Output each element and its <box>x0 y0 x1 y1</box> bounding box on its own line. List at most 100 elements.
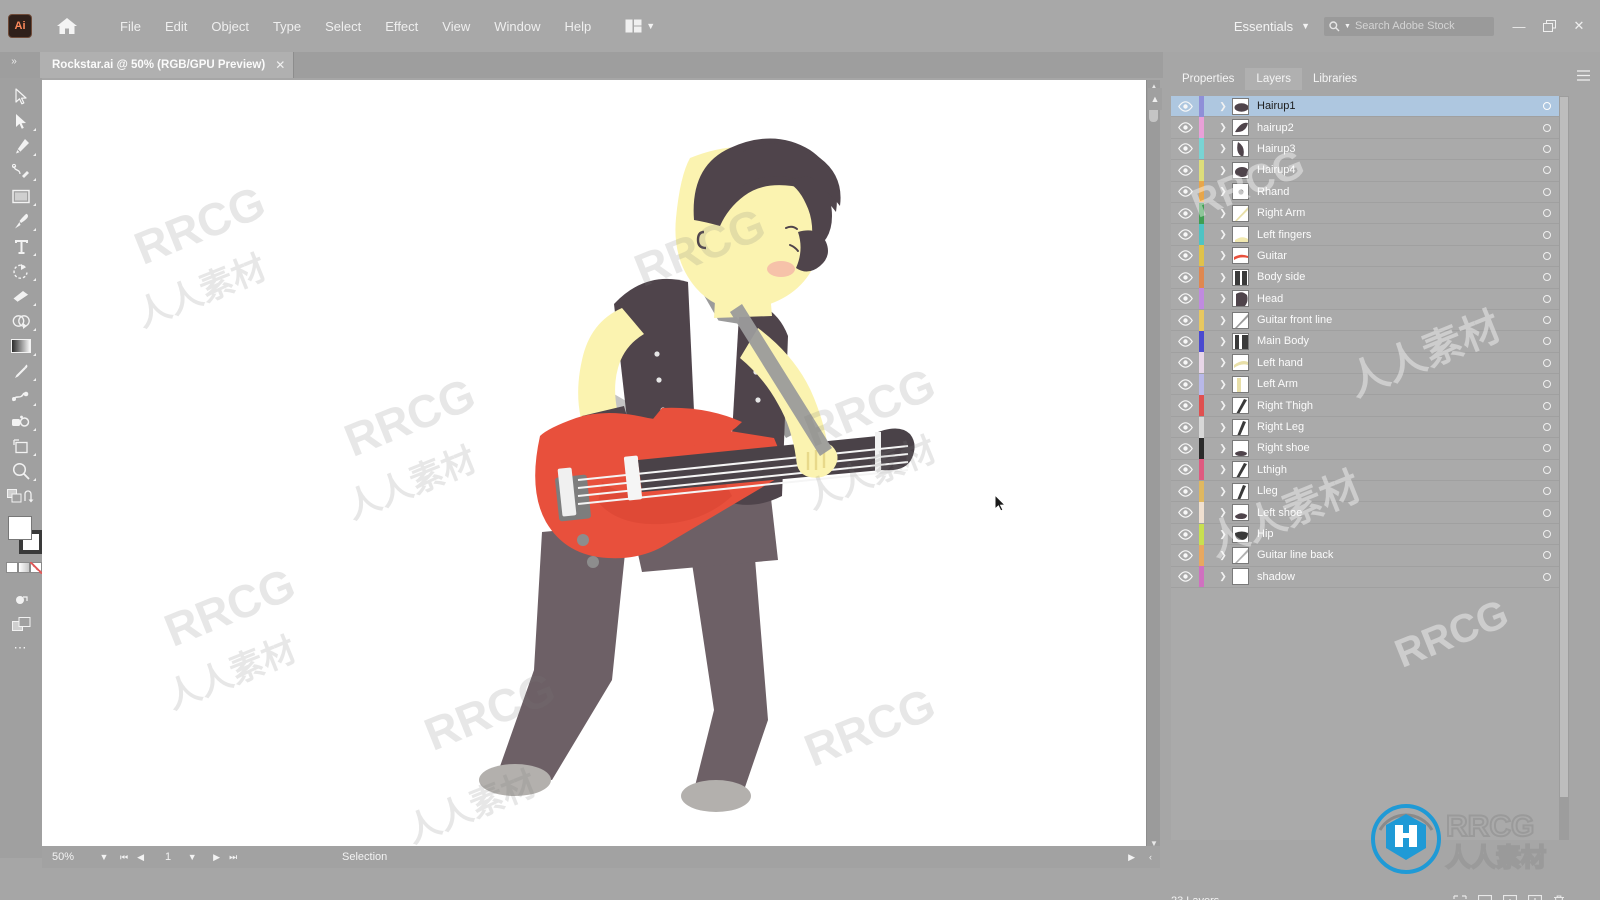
eraser-tool[interactable] <box>0 284 42 309</box>
eye-icon[interactable] <box>1171 357 1199 369</box>
chevron-right-icon[interactable]: ❯ <box>1214 571 1232 582</box>
layer-row[interactable]: ❯ Hairup4 <box>1171 159 1559 182</box>
eye-icon[interactable] <box>1171 378 1199 390</box>
symbol-sprayer-tool[interactable] <box>0 409 42 434</box>
direct-selection-tool[interactable] <box>0 109 42 134</box>
gradient-swatch-icon[interactable] <box>18 562 30 573</box>
chevron-right-icon[interactable]: ❯ <box>1214 186 1232 197</box>
chevron-right-icon[interactable]: ❯ <box>1214 464 1232 475</box>
home-icon[interactable] <box>48 7 86 45</box>
layer-target-circle[interactable] <box>1543 209 1551 218</box>
layer-row[interactable]: ❯ Body side <box>1171 266 1559 289</box>
chevron-right-icon[interactable]: ❯ <box>1214 357 1232 368</box>
layer-target-circle[interactable] <box>1543 358 1551 367</box>
layer-row[interactable]: ❯ Lthigh <box>1171 459 1559 482</box>
status-expand-icon[interactable]: ▶ <box>1128 852 1135 863</box>
eye-icon[interactable] <box>1171 485 1199 497</box>
eye-icon[interactable] <box>1171 336 1199 347</box>
artboard[interactable]: RRCG 人人素材 RRCG 人人素材 RRCG 人人素材 RRCG RRCG … <box>42 80 1146 851</box>
layer-row[interactable]: ❯ shadow <box>1171 566 1559 588</box>
layer-row[interactable]: ❯ Right Thigh <box>1171 395 1559 417</box>
pen-tool[interactable] <box>0 134 42 159</box>
toolbox-expand-icon[interactable]: » <box>6 54 22 68</box>
layer-row[interactable]: ❯ Right shoe <box>1171 437 1559 460</box>
eye-icon[interactable] <box>1171 400 1199 411</box>
layer-target-circle[interactable] <box>1543 401 1551 410</box>
eye-icon[interactable] <box>1171 207 1199 219</box>
status-tool-label[interactable]: Selection <box>342 851 387 863</box>
layer-target-circle[interactable] <box>1543 551 1551 560</box>
layer-target-circle[interactable] <box>1543 230 1551 239</box>
layer-row[interactable]: ❯ Right Leg <box>1171 416 1559 439</box>
edit-toolbar-button[interactable]: ⋯ <box>0 636 42 660</box>
gradient-tool[interactable] <box>0 334 42 359</box>
menu-effect[interactable]: Effect <box>373 13 430 40</box>
chevron-right-icon[interactable]: ❯ <box>1214 165 1232 176</box>
artboard-tool[interactable] <box>0 434 42 459</box>
eye-icon[interactable] <box>1171 186 1199 198</box>
eye-icon[interactable] <box>1171 122 1199 133</box>
panel-collapse-handle[interactable]: ▲ <box>1148 88 1162 110</box>
layer-target-circle[interactable] <box>1543 166 1551 175</box>
chevron-right-icon[interactable]: ❯ <box>1214 250 1232 261</box>
layer-target-circle[interactable] <box>1543 444 1551 453</box>
page-dropdown-icon[interactable]: ▼ <box>180 852 204 862</box>
layer-target-circle[interactable] <box>1543 123 1551 132</box>
blend-tool[interactable] <box>0 384 42 409</box>
tab-layers[interactable]: Layers <box>1245 68 1302 90</box>
chevron-right-icon[interactable]: ❯ <box>1214 272 1232 283</box>
eyedropper-tool[interactable] <box>0 359 42 384</box>
layer-row[interactable]: ❯ Left fingers <box>1171 224 1559 246</box>
eye-icon[interactable] <box>1171 100 1199 112</box>
layer-row[interactable]: ❯ Guitar front line <box>1171 309 1559 332</box>
status-collapse-icon[interactable]: ‹ <box>1149 852 1152 863</box>
make-clipping-mask-icon[interactable] <box>1478 894 1492 900</box>
layer-target-circle[interactable] <box>1543 187 1551 196</box>
chevron-right-icon[interactable]: ❯ <box>1214 293 1232 304</box>
chevron-right-icon[interactable]: ❯ <box>1214 229 1232 240</box>
layer-row[interactable]: ❯ Left shoe <box>1171 502 1559 524</box>
layer-target-circle[interactable] <box>1543 273 1551 282</box>
shape-builder-tool[interactable] <box>0 309 42 334</box>
layer-target-circle[interactable] <box>1543 487 1551 496</box>
document-tab[interactable]: Rockstar.ai @ 50% (RGB/GPU Preview) ✕ <box>40 52 295 78</box>
layer-row[interactable]: ❯ hairup2 <box>1171 117 1559 139</box>
layer-row[interactable]: ❯ Guitar <box>1171 245 1559 268</box>
workspace-switcher[interactable]: Essentials ▼ <box>1234 19 1310 34</box>
layer-row[interactable]: ❯ Left Arm <box>1171 373 1559 396</box>
zoom-dropdown-icon[interactable]: ▼ <box>92 852 116 862</box>
layer-row[interactable]: ❯ Hairup1 <box>1171 96 1559 118</box>
layer-row[interactable]: ❯ Head <box>1171 288 1559 310</box>
eye-icon[interactable] <box>1171 571 1199 583</box>
screen-mode-button[interactable] <box>0 612 42 636</box>
eye-icon[interactable] <box>1171 314 1199 326</box>
layers-list[interactable]: ❯ Hairup1 ❯ hairup2 ❯ Hairup3 ❯ Hairup4 ❯ Rhand ❯ R… <box>1171 96 1559 840</box>
chevron-right-icon[interactable]: ❯ <box>1214 400 1232 411</box>
layer-row[interactable]: ❯ Guitar line back <box>1171 544 1559 567</box>
zoom-level-value[interactable]: 50% <box>42 851 92 863</box>
eye-icon[interactable] <box>1171 528 1199 540</box>
layer-target-circle[interactable] <box>1543 530 1551 538</box>
delete-layer-icon[interactable] <box>1553 894 1565 900</box>
layer-target-circle[interactable] <box>1543 316 1551 325</box>
locate-object-icon[interactable] <box>1453 894 1467 900</box>
arrange-documents-button[interactable]: ▼ <box>625 19 655 33</box>
chevron-right-icon[interactable]: ❯ <box>1214 101 1232 112</box>
layers-scrollbar[interactable] <box>1559 96 1569 840</box>
eye-icon[interactable] <box>1171 507 1199 518</box>
eye-icon[interactable] <box>1171 464 1199 476</box>
chevron-right-icon[interactable]: ❯ <box>1214 422 1232 433</box>
prev-page-icon[interactable]: ◀ <box>137 852 144 863</box>
search-adobe-stock-input[interactable]: ▼ Search Adobe Stock <box>1324 16 1494 36</box>
menu-object[interactable]: Object <box>199 13 261 40</box>
menu-edit[interactable]: Edit <box>153 13 199 40</box>
menu-view[interactable]: View <box>430 13 482 40</box>
create-sublayer-icon[interactable] <box>1503 894 1517 900</box>
menu-window[interactable]: Window <box>482 13 552 40</box>
eye-icon[interactable] <box>1171 143 1199 155</box>
layer-target-circle[interactable] <box>1543 102 1551 111</box>
chevron-right-icon[interactable]: ❯ <box>1214 122 1232 133</box>
eye-icon[interactable] <box>1171 165 1199 176</box>
scrollbar-thumb[interactable] <box>1560 97 1568 797</box>
rotate-tool[interactable] <box>0 259 42 284</box>
